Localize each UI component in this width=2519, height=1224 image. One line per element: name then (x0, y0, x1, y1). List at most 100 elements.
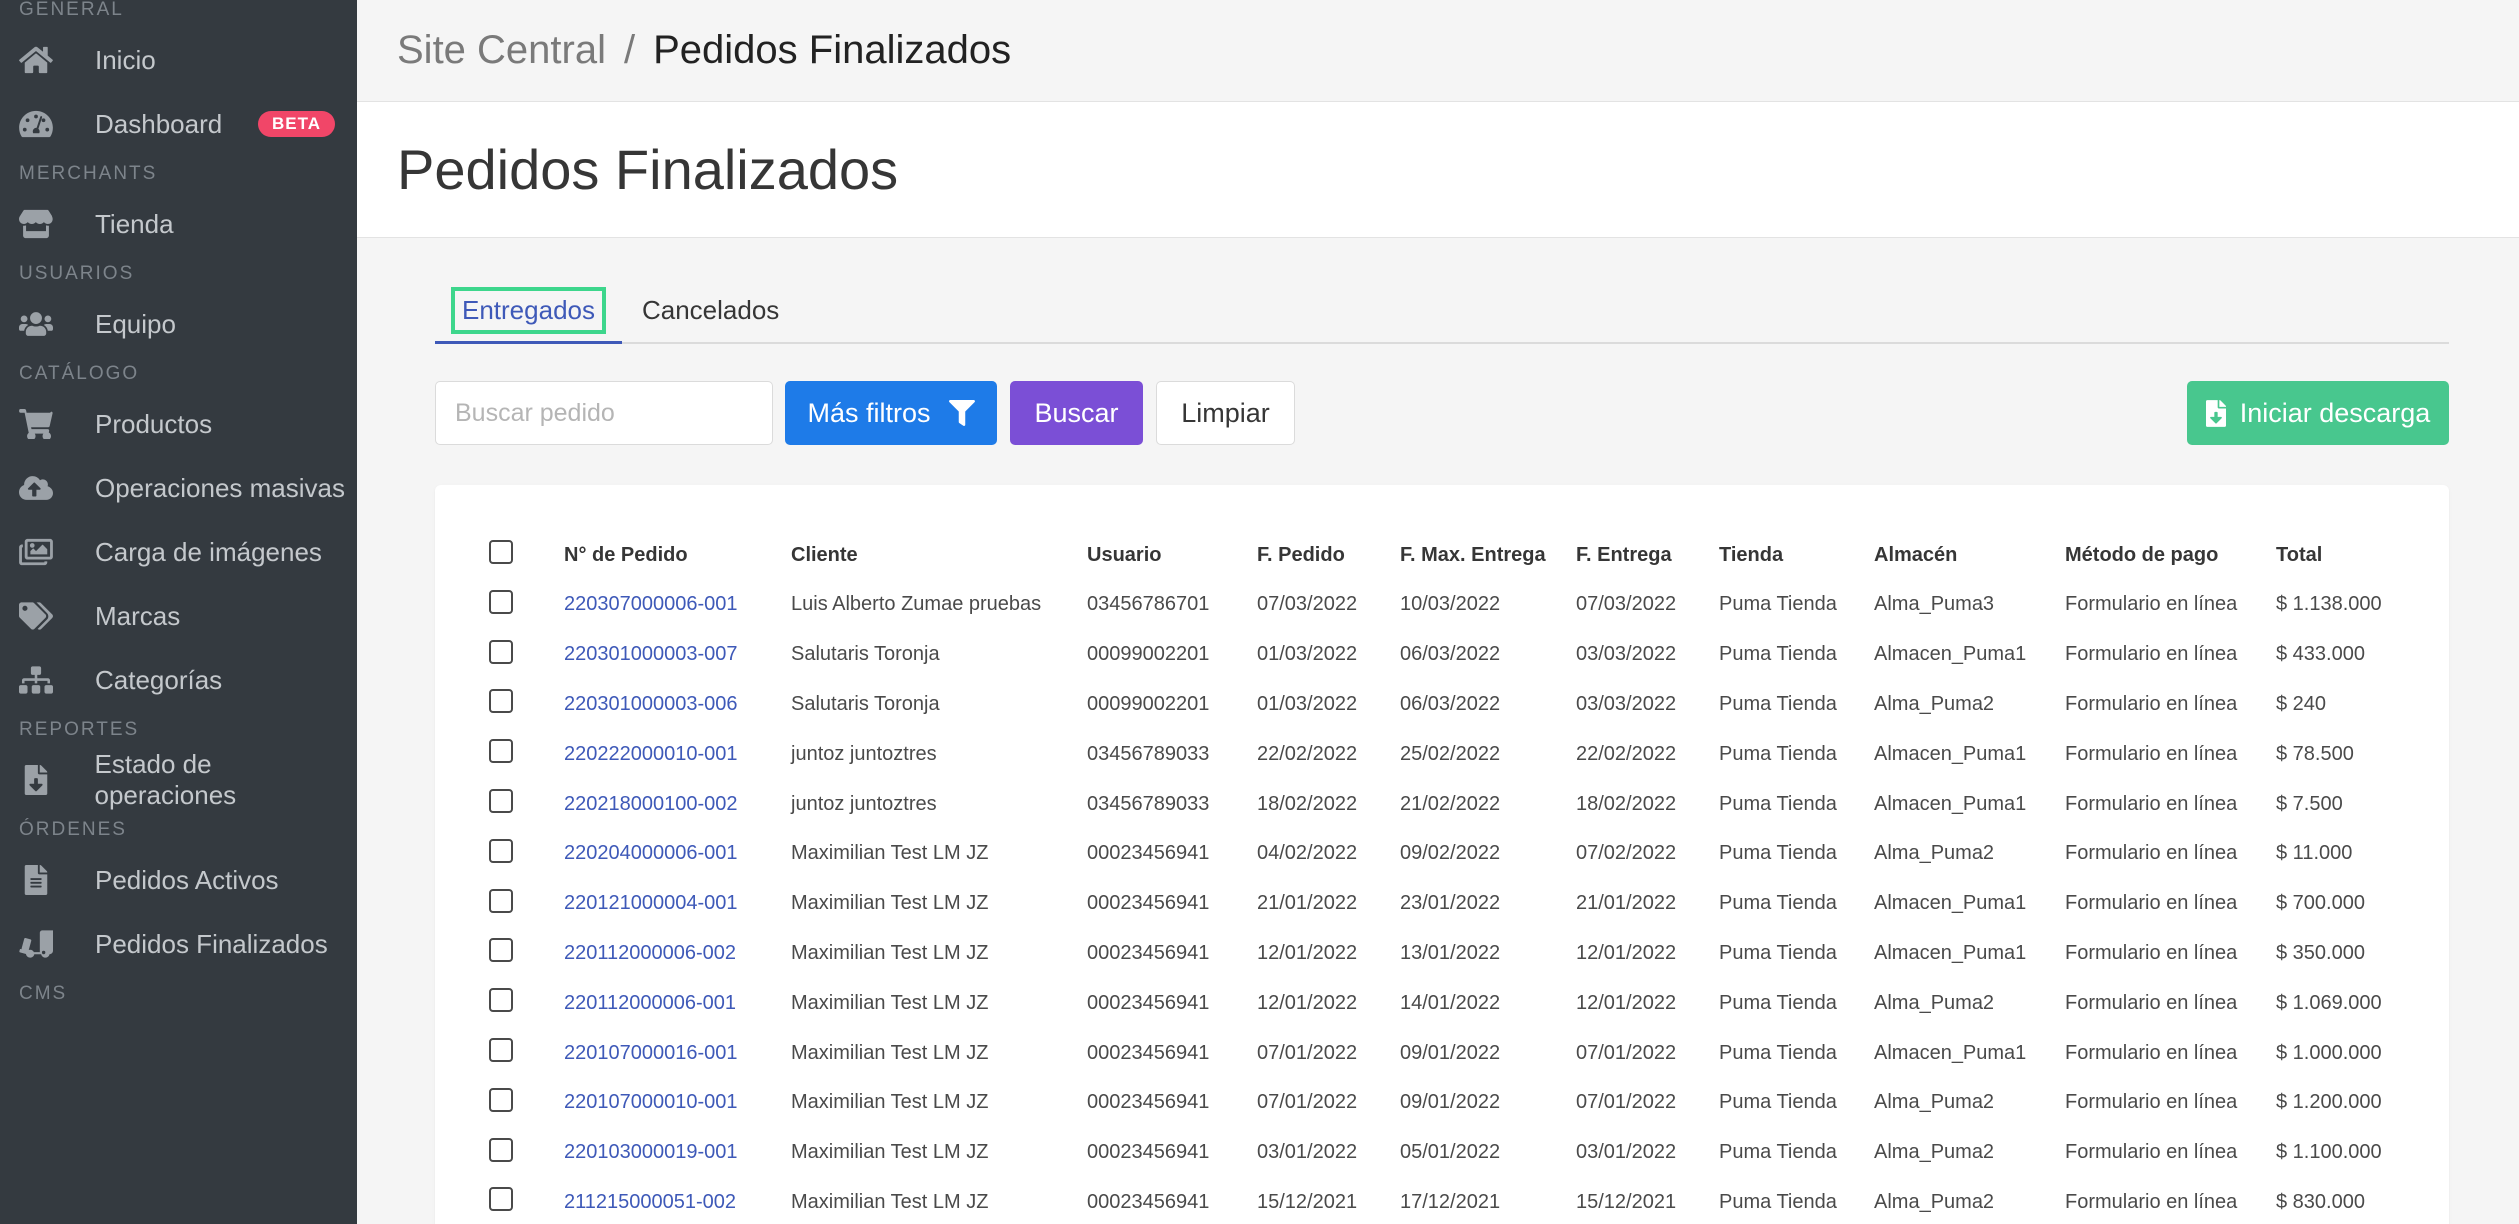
sidebar-item-inicio[interactable]: Inicio (0, 28, 357, 92)
order-id-link[interactable]: 211215000051-002 (564, 1178, 791, 1224)
payment-method-cell: Formulario en línea (2065, 742, 2238, 765)
table-row[interactable]: 220222000010-001 juntoz juntoztres 0345678… (489, 729, 2406, 779)
table-row[interactable]: 220218000100-002 juntoz juntoztres 0345678… (489, 779, 2406, 829)
store-icon (19, 209, 57, 239)
store-cell: Puma Tienda (1719, 1091, 1837, 1114)
user-cell: 00023456941 (1087, 892, 1210, 915)
table-row[interactable]: 220301000003-006 Salutaris Toronja 0009900… (489, 680, 2406, 730)
sidebar-item-productos[interactable]: Productos (0, 392, 357, 456)
orders-card: N° de Pedido Cliente Usuario F. Pedido F… (435, 485, 2449, 1224)
tab-cancelados[interactable]: Cancelados (622, 278, 799, 342)
delivery-date-cell: 22/02/2022 (1576, 742, 1677, 765)
sidebar-item-categorias[interactable]: Categorías (0, 648, 357, 712)
row-checkbox[interactable] (489, 938, 513, 963)
sidebar-section-cms: CMS (19, 983, 68, 1004)
select-all-checkbox[interactable] (489, 540, 513, 564)
sidebar-item-marcas[interactable]: Marcas (0, 584, 357, 648)
column-header[interactable]: Total (2276, 530, 2406, 580)
table-row[interactable]: 220103000019-001 Maximilian Test LM JZ 000… (489, 1128, 2406, 1178)
sidebar-item-operaciones-masivas[interactable]: Operaciones masivas (0, 456, 357, 520)
table-row[interactable]: 211215000051-002 Maximilian Test LM JZ 000… (489, 1178, 2406, 1224)
order-id-link[interactable]: 220112000006-002 (564, 929, 791, 979)
row-checkbox-cell (489, 729, 564, 779)
table-row[interactable]: 220107000016-001 Maximilian Test LM JZ 000… (489, 1028, 2406, 1078)
sidebar-section-usuarios: USUARIOS (19, 263, 135, 284)
search-button[interactable]: Buscar (1010, 381, 1143, 445)
column-header[interactable]: Método de pago (2065, 530, 2276, 580)
column-header[interactable]: Cliente (791, 530, 1087, 580)
search-input[interactable] (435, 381, 773, 445)
row-checkbox[interactable] (489, 838, 513, 863)
client-cell: Luis Alberto Zumae pruebas (791, 593, 1042, 616)
breadcrumb-parent-link[interactable]: Site Central (397, 28, 606, 73)
order-date-cell: 07/03/2022 (1257, 593, 1358, 616)
row-checkbox-cell (489, 879, 564, 929)
tabs: Entregados Cancelados (435, 278, 2449, 344)
column-header[interactable]: N° de Pedido (564, 530, 791, 580)
row-checkbox[interactable] (489, 1187, 513, 1212)
table-row[interactable]: 220121000004-001 Maximilian Test LM JZ 000… (489, 879, 2406, 929)
row-checkbox[interactable] (489, 689, 513, 714)
sidebar-item-carga-imagenes[interactable]: Carga de imágenes (0, 520, 357, 584)
payment-method-cell: Formulario en línea (2065, 1141, 2238, 1164)
sidebar-item-tienda[interactable]: Tienda (0, 192, 357, 256)
table-row[interactable]: 220204000006-001 Maximilian Test LM JZ 000… (489, 829, 2406, 879)
column-header[interactable]: Usuario (1087, 530, 1257, 580)
delivery-date-cell: 07/01/2022 (1576, 1041, 1677, 1064)
row-checkbox[interactable] (489, 739, 513, 764)
clear-button[interactable]: Limpiar (1156, 381, 1295, 445)
table-row[interactable]: 220107000010-001 Maximilian Test LM JZ 000… (489, 1078, 2406, 1128)
more-filters-button[interactable]: Más filtros (785, 381, 997, 445)
order-id-link[interactable]: 220301000003-007 (564, 630, 791, 680)
column-header[interactable]: F. Max. Entrega (1400, 530, 1576, 580)
order-id-link[interactable]: 220121000004-001 (564, 879, 791, 929)
order-id-link[interactable]: 220204000006-001 (564, 829, 791, 879)
tab-entregados[interactable]: Entregados (435, 280, 622, 344)
row-checkbox[interactable] (489, 1137, 513, 1162)
row-checkbox[interactable] (489, 589, 513, 614)
row-checkbox[interactable] (489, 1087, 513, 1112)
sidebar-item-equipo[interactable]: Equipo (0, 292, 357, 356)
row-checkbox[interactable] (489, 888, 513, 913)
order-id-link[interactable]: 220307000006-001 (564, 580, 791, 630)
order-id-link[interactable]: 220107000016-001 (564, 1028, 791, 1078)
column-header[interactable]: Tienda (1719, 530, 1874, 580)
table-row[interactable]: 220112000006-002 Maximilian Test LM JZ 000… (489, 929, 2406, 979)
row-checkbox[interactable] (489, 639, 513, 664)
order-id-link[interactable]: 220103000019-001 (564, 1128, 791, 1178)
row-checkbox-cell (489, 829, 564, 879)
column-header[interactable]: Almacén (1874, 530, 2065, 580)
content-area: Entregados Cancelados Más filtros Buscar… (357, 278, 2519, 1224)
row-checkbox-cell (489, 1078, 564, 1128)
max-delivery-date-cell: 06/03/2022 (1400, 692, 1501, 715)
sidebar-item-pedidos-finalizados[interactable]: Pedidos Finalizados (0, 912, 357, 976)
file-download-icon (19, 765, 57, 795)
client-cell: Maximilian Test LM JZ (791, 892, 989, 915)
row-checkbox[interactable] (489, 1038, 513, 1063)
order-id-link[interactable]: 220218000100-002 (564, 779, 791, 829)
column-header[interactable]: F. Entrega (1576, 530, 1719, 580)
cloud-upload-icon (19, 473, 57, 503)
sidebar-item-label: Dashboard (95, 108, 223, 139)
sidebar-item-dashboard[interactable]: Dashboard BETA (0, 92, 357, 156)
order-id-link[interactable]: 220112000006-001 (564, 978, 791, 1028)
order-id-link[interactable]: 220107000010-001 (564, 1078, 791, 1128)
store-cell: Puma Tienda (1719, 991, 1837, 1014)
sidebar-item-estado-operaciones[interactable]: Estado de operaciones (0, 748, 357, 812)
client-cell: juntoz juntoztres (791, 742, 937, 765)
delivery-date-cell: 07/03/2022 (1576, 593, 1677, 616)
start-download-label: Iniciar descarga (2239, 397, 2431, 428)
start-download-button[interactable]: Iniciar descarga (2187, 381, 2449, 445)
table-row[interactable]: 220112000006-001 Maximilian Test LM JZ 000… (489, 978, 2406, 1028)
row-checkbox[interactable] (489, 988, 513, 1013)
column-header[interactable]: F. Pedido (1257, 530, 1400, 580)
row-checkbox[interactable] (489, 789, 513, 814)
table-row[interactable]: 220301000003-007 Salutaris Toronja 0009900… (489, 630, 2406, 680)
order-id-link[interactable]: 220222000010-001 (564, 729, 791, 779)
delivery-date-cell: 07/02/2022 (1576, 842, 1677, 865)
order-id-link[interactable]: 220301000003-006 (564, 680, 791, 730)
payment-method-cell: Formulario en línea (2065, 593, 2238, 616)
table-row[interactable]: 220307000006-001 Luis Alberto Zumae prueb… (489, 580, 2406, 630)
breadcrumb: Site Central / Pedidos Finalizados (357, 0, 2519, 102)
sidebar-item-pedidos-activos[interactable]: Pedidos Activos (0, 848, 357, 912)
